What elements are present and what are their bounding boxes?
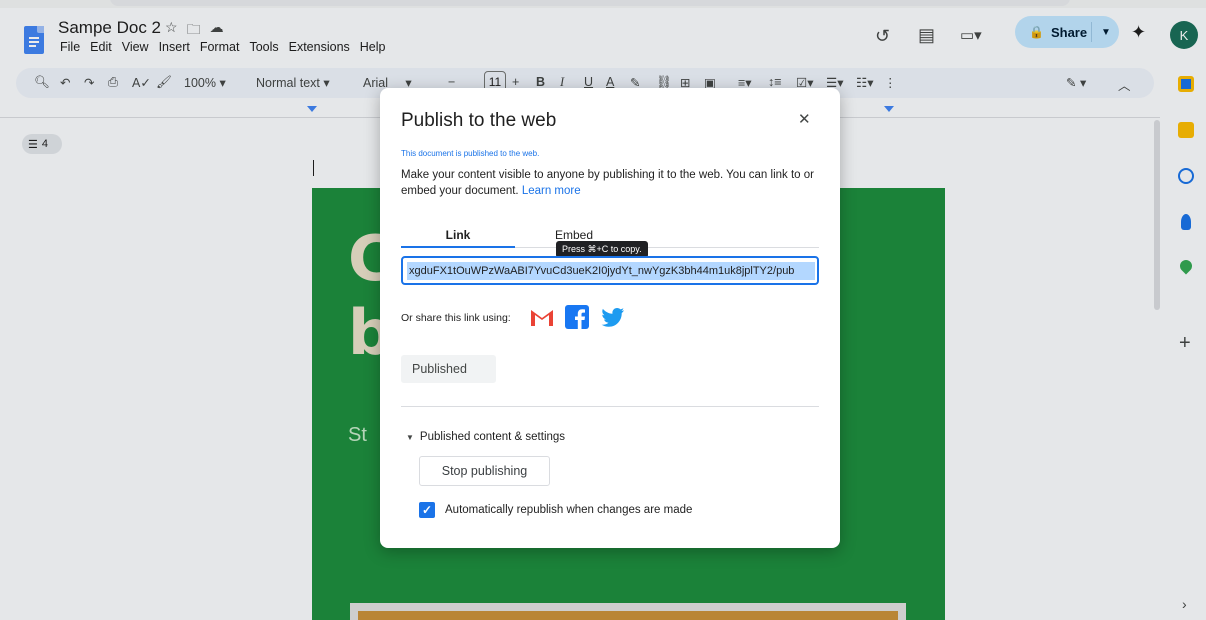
learn-more-link[interactable]: Learn more xyxy=(522,185,581,197)
publish-status: This document is published to the web. xyxy=(401,149,540,158)
published-settings-toggle[interactable]: ▼ Published content & settings xyxy=(406,431,565,443)
auto-republish-row[interactable]: ✓ Automatically republish when changes a… xyxy=(419,502,692,518)
dialog-description: Make your content visible to anyone by p… xyxy=(401,169,814,197)
twitter-icon[interactable] xyxy=(600,304,626,330)
dialog-title: Publish to the web xyxy=(401,110,557,131)
stop-publishing-button[interactable]: Stop publishing xyxy=(419,456,550,486)
gmail-icon[interactable] xyxy=(529,304,555,330)
caret-down-icon: ▼ xyxy=(406,432,414,442)
published-button[interactable]: Published xyxy=(401,355,496,383)
auto-republish-checkbox[interactable]: ✓ xyxy=(419,502,435,518)
auto-republish-label: Automatically republish when changes are… xyxy=(445,504,693,516)
tab-embed[interactable]: Embed xyxy=(526,228,622,242)
facebook-icon[interactable] xyxy=(564,304,590,330)
share-using-label: Or share this link using: xyxy=(401,312,511,324)
close-icon[interactable]: ✕ xyxy=(798,110,811,128)
publish-dialog: Publish to the web ✕ This document is pu… xyxy=(380,88,840,548)
dialog-divider xyxy=(401,406,819,407)
published-link-field[interactable] xyxy=(401,256,819,285)
tab-link[interactable]: Link xyxy=(401,228,515,242)
published-link-input[interactable] xyxy=(407,262,815,280)
active-tab-indicator xyxy=(401,246,515,248)
section-label: Published content & settings xyxy=(419,431,566,443)
